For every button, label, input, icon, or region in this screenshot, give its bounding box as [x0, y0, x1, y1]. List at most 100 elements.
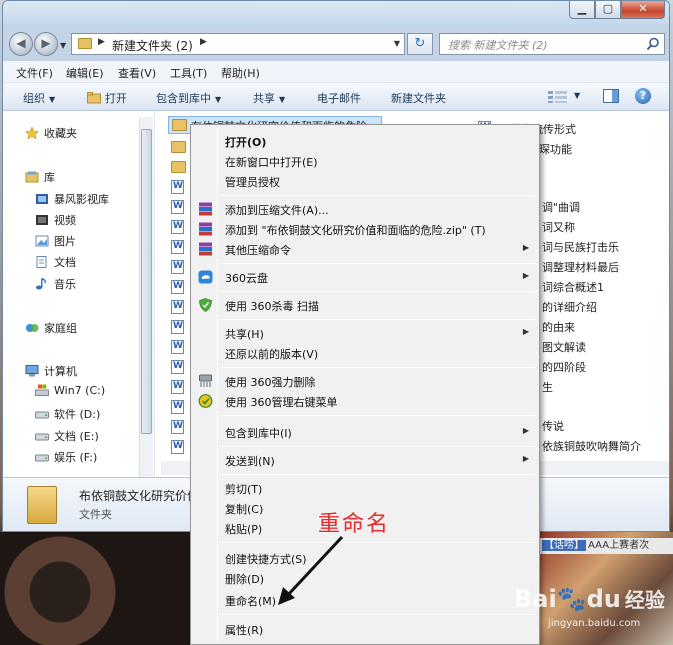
nav-homegroup[interactable]: 家庭组 — [25, 320, 77, 336]
file-row[interactable] — [171, 179, 189, 195]
file-name[interactable]: 琛功能 — [539, 141, 572, 157]
forward-arrow-icon: ▶ — [41, 36, 51, 50]
file-row[interactable] — [171, 379, 189, 395]
share-button[interactable]: 共享 ▼ — [253, 90, 285, 106]
menu-file[interactable]: 文件(F) — [16, 65, 53, 81]
maximize-button[interactable]: ▢ — [595, 1, 621, 19]
file-row[interactable] — [171, 219, 189, 235]
menu-item-360-antivirus[interactable]: 使用 360杀毒 扫描 — [193, 295, 537, 315]
menu-item-share[interactable]: 共享(H) ▶ — [193, 323, 537, 343]
breadcrumb-arrow-icon[interactable]: ▶ — [98, 37, 105, 47]
menu-item-add-to-archive[interactable]: 添加到压缩文件(A)... — [193, 199, 537, 219]
file-row[interactable] — [171, 359, 189, 375]
menu-item-add-to-zip[interactable]: 添加到 "布依铜鼓文化研究价值和面临的危险.zip" (T) — [193, 219, 537, 239]
file-name[interactable]: 的四阶段 — [542, 359, 586, 375]
file-row[interactable] — [171, 299, 189, 315]
file-name[interactable]: 调整理材料最后 — [542, 259, 619, 275]
winrar-icon — [199, 222, 212, 236]
new-folder-button[interactable]: 新建文件夹 — [391, 90, 446, 106]
organize-button[interactable]: 组织 ▼ — [23, 90, 55, 106]
submenu-arrow-icon: ▶ — [522, 454, 529, 463]
nav-drive[interactable]: 文档 (E:) — [35, 428, 99, 444]
nav-libraries[interactable]: 库 — [25, 169, 55, 185]
menu-help[interactable]: 帮助(H) — [221, 65, 260, 81]
nav-library-item[interactable]: 音乐 — [35, 276, 76, 292]
file-name[interactable]: 词又称 — [542, 219, 575, 235]
menu-item-include-library[interactable]: 包含到库中(I) ▶ — [193, 422, 537, 442]
menu-item-other-compress[interactable]: 其他压缩命令 ▶ — [193, 239, 537, 259]
nav-library-item[interactable]: 暴风影视库 — [35, 191, 109, 207]
file-row[interactable] — [171, 419, 189, 435]
view-options-dropdown-icon[interactable]: ▼ — [574, 91, 580, 100]
menu-item-360-cloud[interactable]: 360云盘 ▶ — [193, 267, 537, 287]
file-name[interactable]: 词与民族打击乐 — [542, 239, 619, 255]
recent-pages-dropdown-icon[interactable]: ▼ — [60, 41, 66, 50]
menu-item-restore-versions[interactable]: 还原以前的版本(V) — [193, 343, 537, 363]
word-document-icon — [171, 240, 184, 254]
file-row[interactable] — [171, 259, 189, 275]
menu-item-open-new-window[interactable]: 在新窗口中打开(E) — [193, 151, 537, 171]
file-row[interactable] — [171, 279, 189, 295]
file-name[interactable]: 的详细介绍 — [542, 299, 597, 315]
nav-favorites[interactable]: 收藏夹 — [25, 125, 77, 141]
file-row[interactable] — [171, 199, 189, 215]
refresh-button[interactable]: ↻ — [407, 33, 433, 55]
file-name[interactable]: 调"曲调 — [542, 199, 580, 215]
file-name[interactable]: 的由来 — [542, 319, 575, 335]
menu-item-properties[interactable]: 属性(R) — [193, 619, 537, 639]
file-row[interactable] — [171, 399, 189, 415]
breadcrumb-folder[interactable]: 新建文件夹 (2) — [112, 37, 193, 54]
menu-view[interactable]: 查看(V) — [118, 65, 156, 81]
file-row[interactable] — [171, 339, 189, 355]
nav-library-item[interactable]: 视频 — [35, 212, 76, 228]
file-row[interactable] — [171, 239, 189, 255]
preview-pane-icon[interactable] — [603, 89, 619, 103]
file-row[interactable] — [171, 319, 189, 335]
help-icon[interactable]: ? — [635, 88, 651, 104]
nav-drive[interactable]: Win7 (C:) — [35, 384, 105, 397]
minimize-button[interactable]: ▁ — [569, 1, 595, 19]
menu-item-cut[interactable]: 剪切(T) — [193, 478, 537, 498]
forward-button[interactable]: ▶ — [34, 32, 58, 56]
navpane-scrollbar[interactable] — [139, 117, 153, 477]
menu-item-send-to[interactable]: 发送到(N) ▶ — [193, 450, 537, 470]
file-name[interactable]: 生 — [542, 379, 553, 395]
email-button[interactable]: 电子邮件 — [317, 90, 361, 106]
nav-drive[interactable]: 娱乐 (F:) — [35, 449, 97, 465]
file-row[interactable] — [171, 439, 189, 455]
nav-drive[interactable]: 软件 (D:) — [35, 406, 100, 422]
file-name[interactable]: 图文解读 — [542, 339, 586, 355]
menu-item-admin-auth[interactable]: 管理员授权 — [193, 171, 537, 191]
open-button[interactable]: 打开 — [87, 90, 127, 106]
file-name[interactable]: 词综合概述1 — [542, 279, 604, 295]
address-bar[interactable]: ▶ 新建文件夹 (2) ▶ ▼ — [71, 33, 405, 55]
nav-library-item[interactable]: 文档 — [35, 254, 76, 270]
nav-library-item[interactable]: 图片 — [35, 233, 76, 249]
search-icon[interactable] — [646, 37, 660, 51]
word-document-icon — [171, 200, 184, 214]
file-name[interactable]: 传说 — [542, 418, 564, 434]
cloud-icon — [198, 270, 213, 284]
nav-computer[interactable]: 计算机 — [25, 363, 77, 379]
menu-item-open[interactable]: 打开(O) — [193, 131, 537, 151]
include-in-library-button[interactable]: 包含到库中 ▼ — [156, 90, 221, 106]
file-name[interactable]: 依族铜鼓吹呐舞简介 — [542, 438, 641, 454]
scrollbar-thumb[interactable] — [141, 129, 152, 434]
menu-item-rename[interactable]: 重命名(M) — [193, 590, 537, 610]
file-row[interactable] — [171, 139, 189, 155]
menu-item-create-shortcut[interactable]: 创建快捷方式(S) — [193, 548, 537, 568]
menu-item-360-menu-manager[interactable]: 使用 360管理右键菜单 — [193, 391, 537, 411]
menu-tools[interactable]: 工具(T) — [170, 65, 207, 81]
menu-item-delete[interactable]: 删除(D) — [193, 568, 537, 588]
address-dropdown-icon[interactable]: ▼ — [394, 39, 400, 48]
close-button[interactable]: ✕ — [621, 1, 665, 19]
word-document-icon — [171, 340, 184, 354]
menu-item-360-force-delete[interactable]: 使用 360强力删除 — [193, 371, 537, 391]
breadcrumb-arrow-icon[interactable]: ▶ — [200, 37, 207, 47]
menu-edit[interactable]: 编辑(E) — [66, 65, 104, 81]
search-input[interactable]: 搜索 新建文件夹 (2) — [439, 33, 665, 55]
change-view-icon[interactable] — [547, 90, 569, 104]
file-row[interactable] — [171, 159, 189, 175]
back-button[interactable]: ◀ — [9, 32, 33, 56]
word-document-icon — [171, 320, 184, 334]
